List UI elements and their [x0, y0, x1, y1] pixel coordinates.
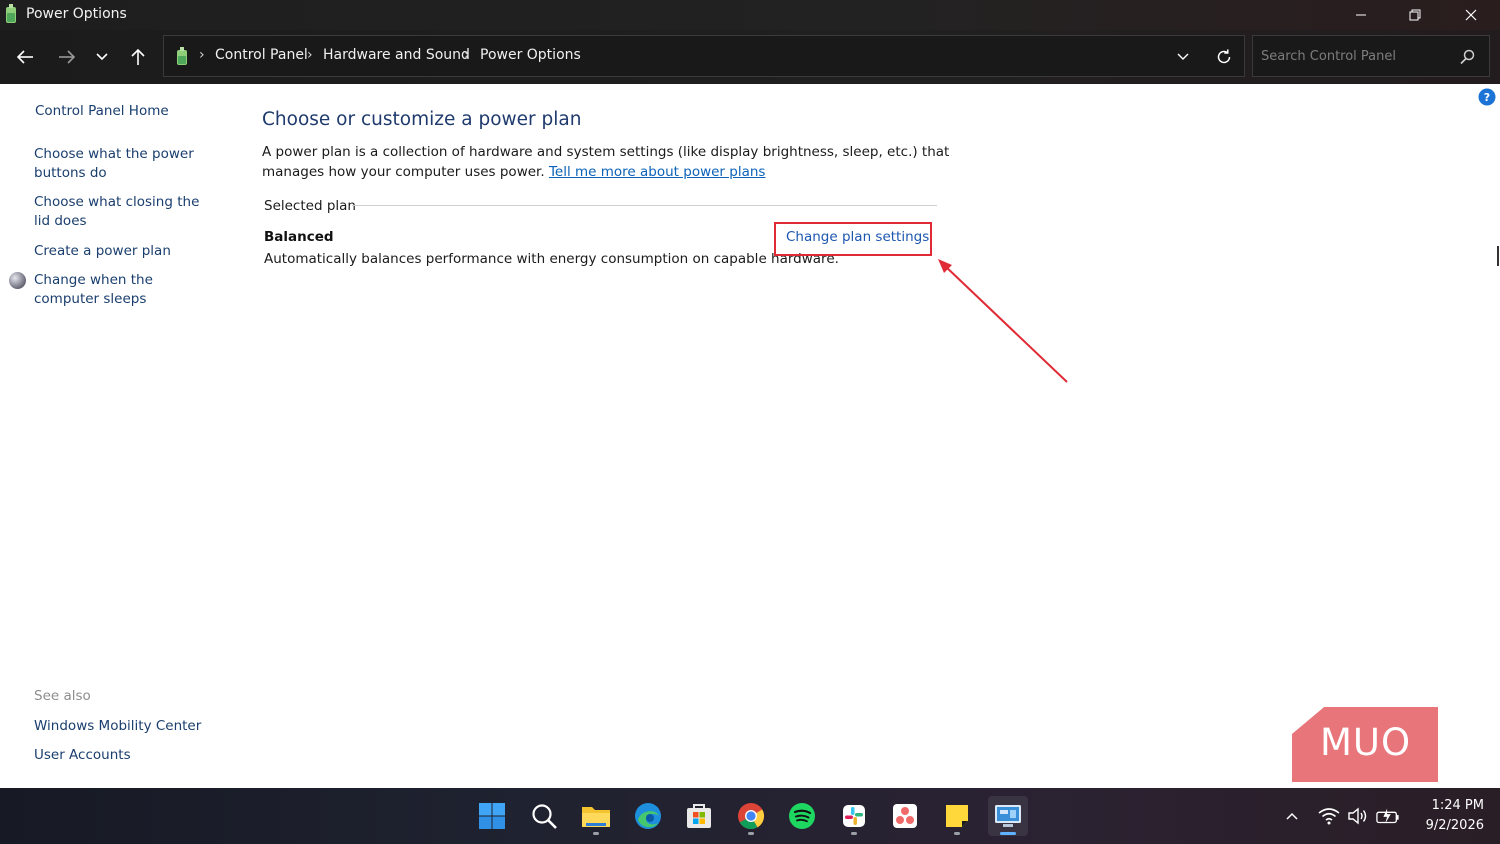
breadcrumb-separator: › [199, 47, 205, 63]
address-bar[interactable]: › Control Panel › Hardware and Sound › P… [163, 35, 1245, 77]
chevron-down-icon [96, 53, 108, 61]
chrome-icon [738, 803, 765, 830]
see-also-heading: See also [34, 688, 91, 704]
clock-time: 1:24 PM [1431, 798, 1484, 813]
file-explorer-icon [582, 807, 610, 827]
help-icon[interactable]: ? [1478, 88, 1496, 106]
running-indicator [954, 832, 960, 835]
file-explorer-button[interactable] [576, 796, 616, 836]
power-options-icon [177, 47, 187, 65]
edge-button[interactable] [628, 796, 668, 836]
asana-button[interactable] [885, 796, 925, 836]
breadcrumb-control-panel[interactable]: Control Panel [215, 47, 308, 63]
chrome-button[interactable] [731, 796, 771, 836]
running-indicator [593, 832, 599, 835]
svg-text:?: ? [1484, 91, 1490, 104]
search-input[interactable] [1261, 44, 1451, 68]
search-icon [532, 804, 557, 829]
muo-watermark-logo: MUO [1292, 707, 1438, 782]
battery-button[interactable] [1376, 804, 1400, 828]
taskbar [0, 788, 1500, 844]
breadcrumb-hardware-and-sound[interactable]: Hardware and Sound [323, 47, 470, 63]
microsoft-store-button[interactable] [679, 796, 719, 836]
volume-button[interactable] [1346, 804, 1370, 828]
page-description: A power plan is a collection of hardware… [262, 143, 952, 182]
back-arrow-icon [16, 50, 33, 64]
back-button[interactable] [10, 42, 40, 72]
change-plan-settings-link[interactable]: Change plan settings [786, 229, 929, 245]
learn-more-link[interactable]: Tell me more about power plans [549, 164, 766, 180]
minimize-icon [1356, 14, 1366, 16]
system-clock[interactable]: 1:24 PM 9/2/2026 [1410, 796, 1484, 836]
address-history-button[interactable] [1168, 44, 1198, 70]
control-panel-home-link[interactable]: Control Panel Home [35, 102, 215, 121]
breadcrumb-power-options[interactable]: Power Options [480, 47, 581, 63]
up-button[interactable] [123, 42, 153, 72]
show-hidden-icons-button[interactable] [1280, 804, 1304, 828]
user-accounts-link[interactable]: User Accounts [34, 746, 214, 765]
start-button[interactable] [472, 796, 512, 836]
slack-icon [843, 805, 865, 827]
sticky-notes-button[interactable] [937, 796, 977, 836]
running-indicator [851, 832, 857, 835]
restore-icon [1409, 9, 1421, 21]
battery-charging-icon [1376, 808, 1399, 824]
edge-icon [635, 803, 661, 829]
breadcrumb-separator: › [464, 47, 470, 63]
create-power-plan-link[interactable]: Create a power plan [34, 242, 214, 261]
clock-date: 9/2/2026 [1425, 818, 1484, 833]
navigation-bar: › Control Panel › Hardware and Sound › P… [0, 30, 1500, 84]
up-arrow-icon [131, 48, 145, 65]
speaker-icon [1348, 807, 1367, 825]
network-button[interactable] [1317, 804, 1341, 828]
computer-sleeps-link[interactable]: Change when the computer sleeps [34, 271, 214, 309]
forward-button[interactable] [52, 42, 82, 72]
asana-icon [893, 804, 917, 828]
minimize-button[interactable] [1338, 0, 1384, 30]
plan-description: Automatically balances performance with … [264, 251, 839, 267]
taskbar-search-button[interactable] [524, 796, 564, 836]
forward-arrow-icon [59, 50, 76, 64]
spotify-button[interactable] [782, 796, 822, 836]
refresh-icon [1217, 49, 1231, 64]
annotation-arrow [938, 259, 1068, 383]
closing-lid-link[interactable]: Choose what closing the lid does [34, 193, 214, 231]
control-panel-taskbar-button[interactable] [988, 796, 1028, 836]
page-title: Choose or customize a power plan [262, 109, 582, 130]
power-buttons-link[interactable]: Choose what the power buttons do [34, 145, 214, 183]
watermark-text: MUO [1320, 721, 1412, 764]
close-button[interactable] [1448, 0, 1494, 30]
breadcrumb-separator: › [307, 47, 313, 63]
active-indicator [1000, 832, 1016, 835]
title-bar: Power Options [0, 0, 1500, 30]
sleep-moon-icon [9, 272, 26, 289]
search-icon[interactable] [1459, 48, 1477, 66]
section-divider [352, 205, 937, 206]
plan-name: Balanced [264, 229, 334, 245]
start-icon [479, 803, 505, 829]
window-title: Power Options [26, 6, 127, 22]
chevron-down-icon [1177, 53, 1189, 60]
power-options-icon [6, 4, 16, 23]
recent-locations-button[interactable] [87, 42, 117, 72]
sticky-notes-icon [946, 805, 968, 827]
text-cursor [1497, 246, 1499, 266]
windows-mobility-center-link[interactable]: Windows Mobility Center [34, 717, 214, 736]
microsoft-store-icon [687, 804, 711, 828]
slack-button[interactable] [834, 796, 874, 836]
close-icon [1465, 9, 1477, 21]
chevron-up-icon [1286, 812, 1298, 820]
selected-plan-label: Selected plan [264, 198, 356, 214]
running-indicator [748, 832, 754, 835]
control-panel-icon [995, 805, 1021, 827]
restore-button[interactable] [1392, 0, 1438, 30]
wifi-icon [1318, 808, 1340, 825]
spotify-icon [789, 803, 815, 829]
search-box[interactable] [1252, 35, 1490, 77]
refresh-button[interactable] [1209, 43, 1239, 71]
